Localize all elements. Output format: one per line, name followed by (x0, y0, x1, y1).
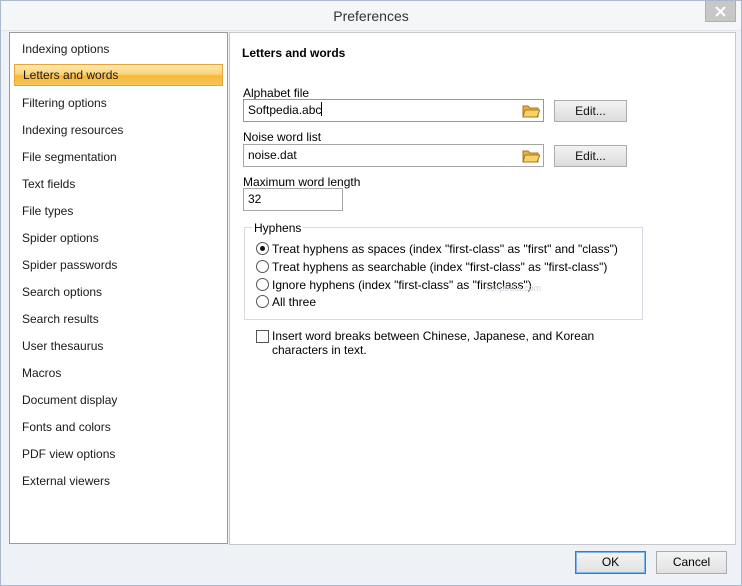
window-title: Preferences (333, 8, 409, 24)
folder-open-icon[interactable] (522, 148, 540, 163)
dialog-body: Indexing options Letters and words Filte… (1, 31, 741, 585)
title-bar: Preferences (1, 1, 741, 31)
radio-button[interactable] (256, 295, 269, 308)
sidebar-item-indexing-resources[interactable]: Indexing resources (14, 119, 223, 141)
close-icon (715, 5, 726, 17)
sidebar-item-document-display[interactable]: Document display (14, 389, 223, 411)
max-word-length-label: Maximum word length (243, 175, 361, 189)
noise-word-list-value: noise.dat (248, 148, 297, 162)
sidebar-item-spider-options[interactable]: Spider options (14, 227, 223, 249)
sidebar-item-file-segmentation[interactable]: File segmentation (14, 146, 223, 168)
sidebar-item-spider-passwords[interactable]: Spider passwords (14, 254, 223, 276)
radio-button[interactable] (256, 242, 269, 255)
sidebar-item-file-types[interactable]: File types (14, 200, 223, 222)
noise-word-list-input[interactable]: noise.dat (243, 144, 544, 167)
word-breaks-label: Insert word breaks between Chinese, Japa… (272, 329, 595, 357)
noise-edit-button[interactable]: Edit... (554, 145, 627, 167)
sidebar-item-user-thesaurus[interactable]: User thesaurus (14, 335, 223, 357)
alphabet-file-input[interactable]: Softpedia.abc (243, 99, 544, 122)
radio-label: Treat hyphens as searchable (index "firs… (272, 260, 608, 274)
sidebar-item-macros[interactable]: Macros (14, 362, 223, 384)
settings-panel: Letters and words Alphabet file Softpedi… (229, 32, 736, 545)
radio-button[interactable] (256, 278, 269, 291)
sidebar-item-text-fields[interactable]: Text fields (14, 173, 223, 195)
sidebar-item-indexing-options[interactable]: Indexing options (14, 38, 223, 60)
sidebar-item-letters-and-words[interactable]: Letters and words (14, 64, 223, 86)
close-button[interactable] (705, 1, 736, 22)
sidebar-item-search-results[interactable]: Search results (14, 308, 223, 330)
sidebar-item-external-viewers[interactable]: External viewers (14, 470, 223, 492)
radio-button[interactable] (256, 260, 269, 273)
max-word-length-input[interactable]: 32 (243, 188, 343, 211)
sidebar-item-search-options[interactable]: Search options (14, 281, 223, 303)
sidebar-item-fonts-and-colors[interactable]: Fonts and colors (14, 416, 223, 438)
preferences-window: Preferences Indexing options Letters and… (0, 0, 742, 586)
folder-open-icon[interactable] (522, 103, 540, 118)
noise-word-list-label: Noise word list (243, 130, 322, 144)
hyphens-group-label: Hyphens (252, 221, 304, 235)
sidebar-item-pdf-view-options[interactable]: PDF view options (14, 443, 223, 465)
word-breaks-checkbox[interactable] (256, 330, 269, 343)
radio-label: Treat hyphens as spaces (index "first-cl… (272, 242, 618, 256)
ok-button[interactable]: OK (575, 551, 646, 574)
radio-label: All three (272, 295, 317, 309)
watermark: softpedia.com (485, 283, 542, 293)
sidebar-item-filtering-options[interactable]: Filtering options (14, 92, 223, 114)
alphabet-edit-button[interactable]: Edit... (554, 100, 627, 122)
alphabet-file-label: Alphabet file (243, 86, 310, 100)
section-title: Letters and words (242, 46, 346, 60)
alphabet-file-value: Softpedia.abc (248, 103, 322, 117)
cancel-button[interactable]: Cancel (656, 551, 727, 574)
category-list: Indexing options Letters and words Filte… (9, 32, 228, 544)
